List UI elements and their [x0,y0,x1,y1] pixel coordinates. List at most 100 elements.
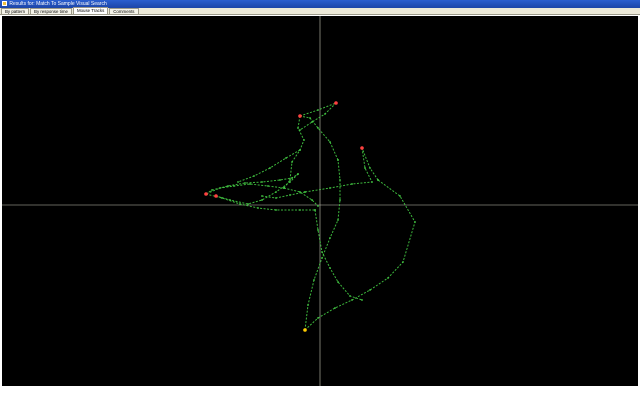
track-sample-point [324,113,326,115]
track-sample-point [297,127,299,129]
track-sample-point [307,304,309,306]
track-sample-point [313,279,315,281]
track-endpoint [214,194,218,198]
track-sample-point [369,167,371,169]
track-sample-point [337,159,339,161]
mouse-track-5 [283,115,305,189]
track-sample-point [364,167,366,169]
tab-comments[interactable]: Comments [109,8,139,14]
mouse-track-9 [205,193,315,211]
track-sample-point [311,121,313,123]
track-sample-point [309,117,311,119]
track-sample-point [337,281,339,283]
track-sample-point [239,203,241,205]
track-sample-point [303,139,305,141]
track-start-point [303,328,307,332]
tab-mouse-tracks[interactable]: Mouse Tracks [72,7,109,14]
track-sample-point [387,277,389,279]
track-sample-point [297,173,299,175]
tab-by-response-time[interactable]: By response time [30,8,72,14]
track-endpoint [298,114,302,118]
track-sample-point [237,181,239,183]
track-sample-point [291,161,293,163]
track-sample-point [314,209,316,211]
track-sample-point [377,179,379,181]
track-sample-point [299,149,301,151]
track-sample-point [329,267,331,269]
mouse-tracks [205,102,416,331]
track-sample-point [321,257,323,259]
track-sample-point [283,187,285,189]
track-sample-point [361,299,363,301]
mouse-track-11 [215,173,299,205]
track-sample-point [311,199,313,201]
mouse-track-13 [261,191,306,199]
track-sample-point [349,295,351,297]
app-window: Results for: Match To Sample Visual Sear… [0,0,640,400]
track-sample-point [351,183,353,185]
track-sample-point [211,189,213,191]
track-sample-point [291,177,293,179]
track-sample-point [304,191,306,193]
mouse-track-plot [2,16,638,386]
track-sample-point [275,197,277,199]
app-icon [2,1,7,7]
track-sample-point [317,229,319,231]
track-sample-point [253,175,255,177]
track-sample-point [247,203,249,205]
track-sample-point [261,199,263,201]
track-sample-point [249,183,251,185]
track-sample-point [299,209,301,211]
track-sample-point [334,307,336,309]
tab-by-pattern[interactable]: By pattern [1,8,30,14]
mouse-track-3 [304,159,341,331]
track-sample-point [285,157,287,159]
mouse-track-8 [205,183,285,195]
track-sample-point [402,261,404,263]
track-sample-point [299,129,301,131]
track-sample-point [337,219,339,221]
track-sample-point [317,127,319,129]
track-sample-point [321,251,323,253]
track-sample-point [279,179,281,181]
track-endpoint [334,101,338,105]
track-sample-point [257,207,259,209]
track-endpoint [204,192,208,196]
status-strip [0,386,640,400]
track-sample-point [244,182,246,184]
track-sample-point [329,187,331,189]
track-sample-point [317,205,319,207]
track-sample-point [317,317,319,319]
tab-strip: By pattern By response time Mouse Tracks… [0,7,640,15]
track-sample-point [414,221,416,223]
track-sample-point [289,194,291,196]
track-sample-point [329,237,331,239]
track-sample-point [339,199,341,201]
track-sample-point [227,185,229,187]
track-endpoint [360,146,364,150]
track-sample-point [369,289,371,291]
track-sample-point [351,299,353,301]
mouse-track-4 [299,115,339,161]
track-sample-point [339,179,341,181]
track-sample-point [399,195,401,197]
mouse-track-0 [304,179,416,331]
mouse-track-canvas [2,16,638,386]
track-sample-point [275,191,277,193]
track-sample-point [329,141,331,143]
track-sample-point [229,199,231,201]
track-sample-point [289,181,291,183]
mouse-track-14 [237,149,301,183]
track-sample-point [261,181,263,183]
mouse-track-15 [314,209,363,301]
mouse-track-1 [361,147,379,181]
track-sample-point [317,109,319,111]
track-endpoints [204,101,364,332]
mouse-track-7 [299,102,337,131]
track-sample-point [371,181,373,183]
track-sample-point [267,185,269,187]
track-sample-point [261,195,263,197]
track-sample-point [269,167,271,169]
track-sample-point [289,179,291,181]
track-sample-point [275,209,277,211]
